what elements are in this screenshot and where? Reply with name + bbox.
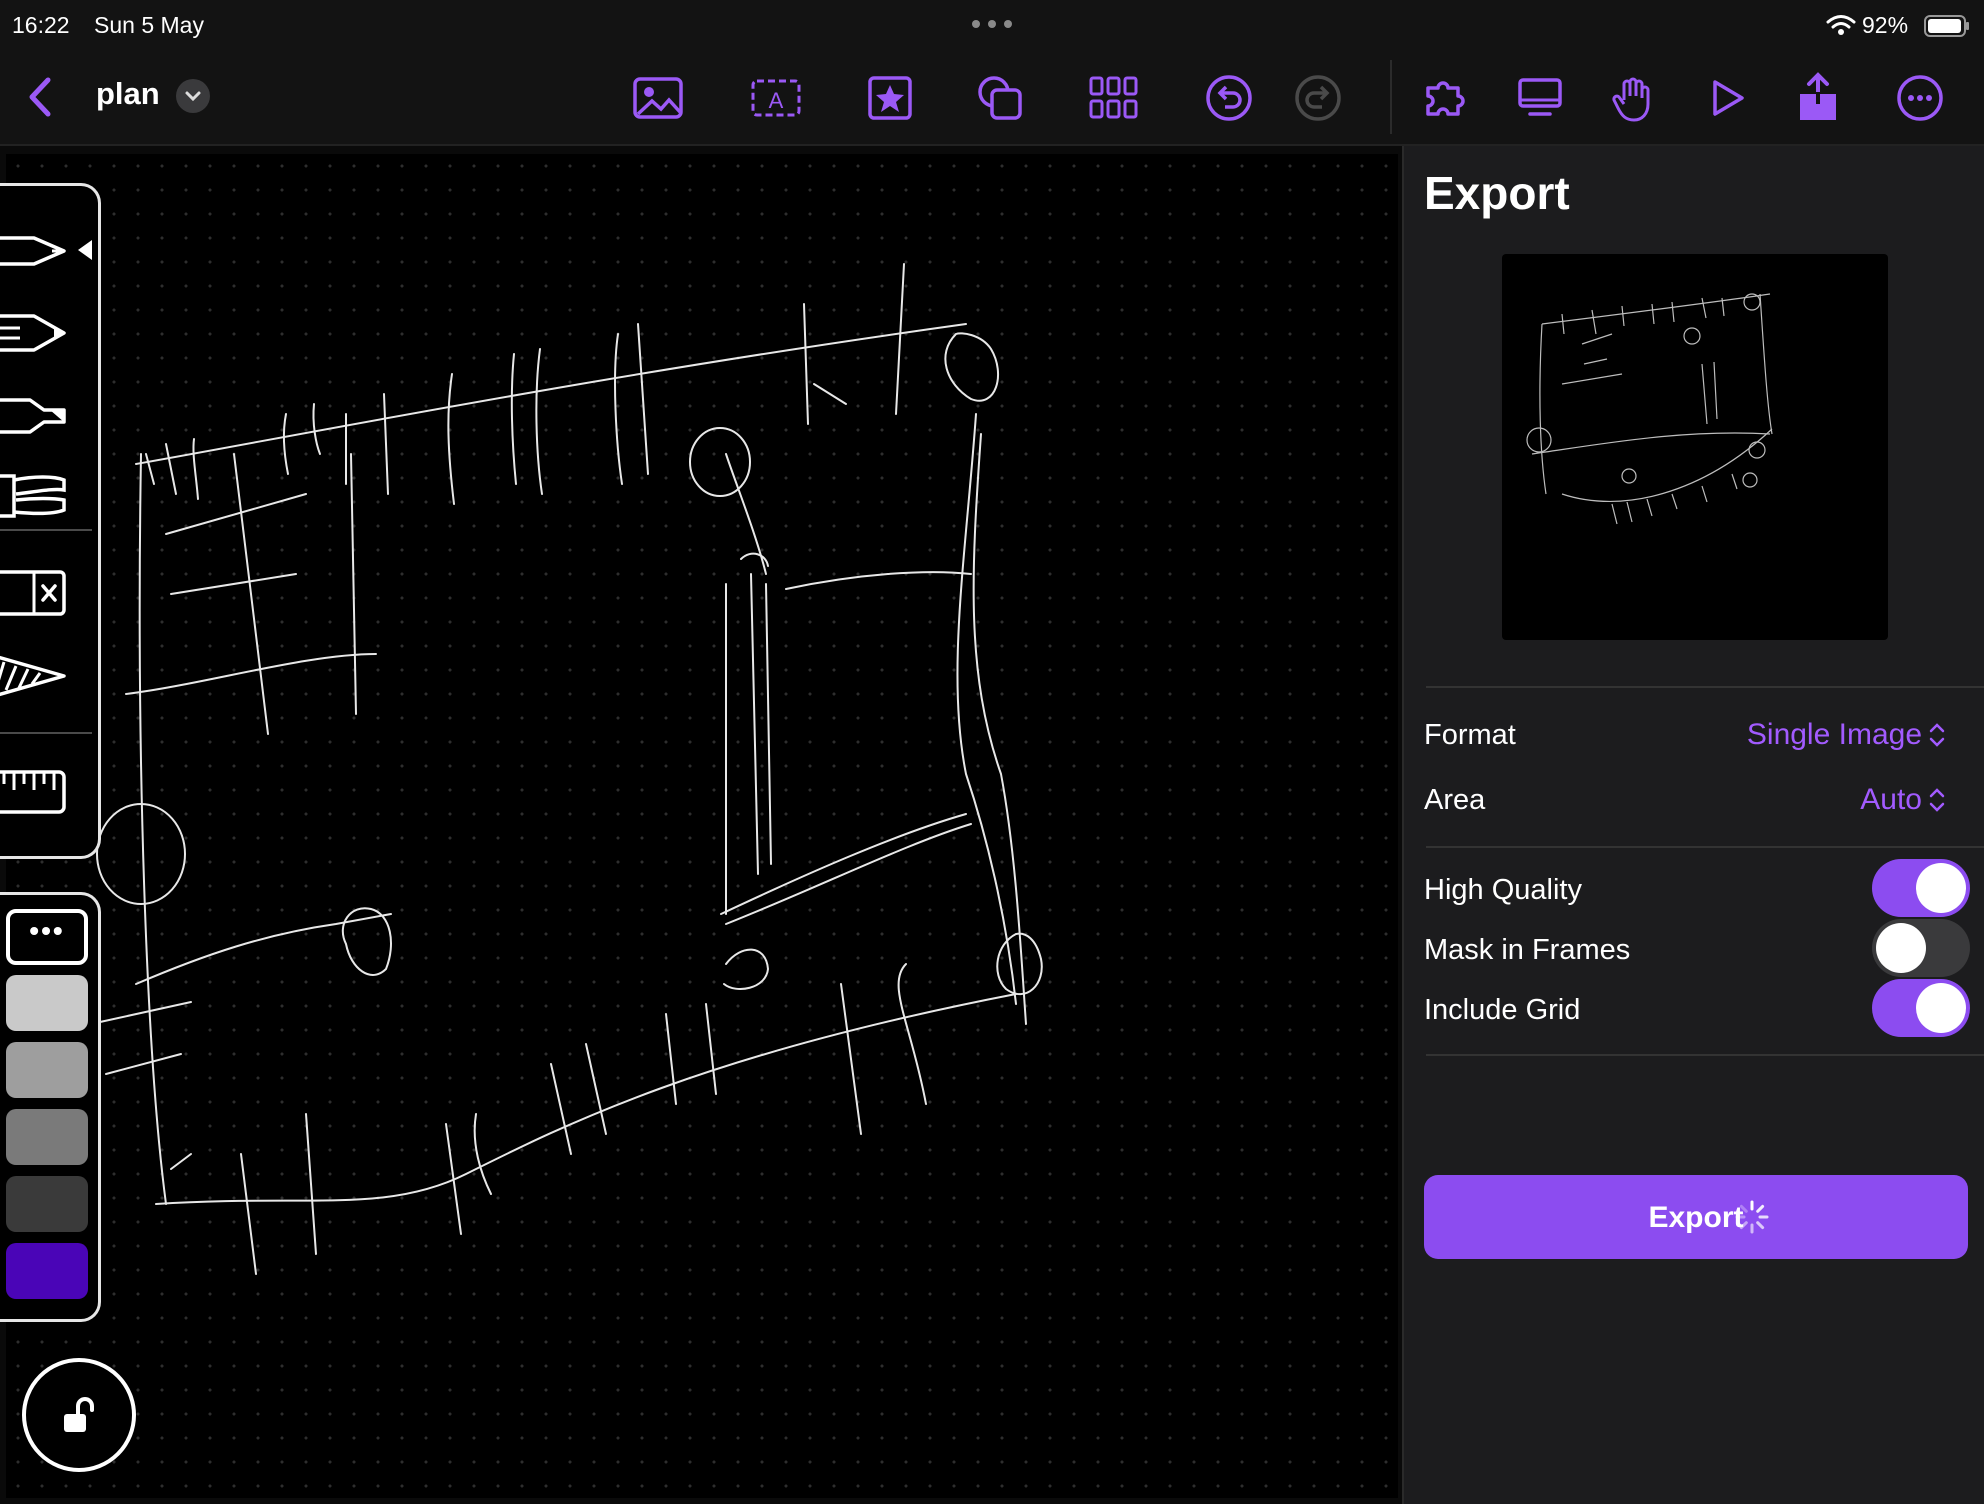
- grid-icon[interactable]: [1086, 70, 1142, 126]
- battery-percent: 92%: [1862, 12, 1909, 38]
- undo-icon[interactable]: [1201, 70, 1257, 126]
- image-icon[interactable]: [630, 70, 686, 126]
- export-button[interactable]: Export: [1424, 1175, 1968, 1259]
- export-panel: Export Format Single Image Area Auto Hig…: [1402, 146, 1984, 1504]
- back-chevron-icon[interactable]: [22, 72, 56, 122]
- format-select[interactable]: Single Image: [1747, 718, 1922, 752]
- top-toolbar: plan A: [0, 52, 1984, 146]
- color-swatch[interactable]: [6, 975, 88, 1031]
- lasso-fill-tool-icon[interactable]: [0, 642, 76, 708]
- tool-palette: [0, 183, 101, 859]
- marker-tool-icon[interactable]: [0, 382, 76, 448]
- battery-icon: [1924, 15, 1969, 37]
- more-colors-label: •••: [29, 915, 65, 946]
- mask-in-frames-label: Mask in Frames: [1424, 934, 1631, 966]
- text-box-icon[interactable]: A: [748, 70, 804, 126]
- high-quality-label: High Quality: [1424, 874, 1582, 906]
- selected-tool-indicator: [78, 240, 92, 260]
- wifi-icon: [1826, 15, 1856, 35]
- more-circle-icon[interactable]: [1892, 70, 1948, 126]
- hand-gesture-icon[interactable]: [1604, 70, 1660, 126]
- lock-toggle-button[interactable]: [22, 1358, 136, 1472]
- eraser-tool-icon[interactable]: [0, 560, 76, 626]
- include-grid-toggle[interactable]: [1872, 979, 1970, 1037]
- color-swatch[interactable]: [6, 1042, 88, 1098]
- brush-tool-icon[interactable]: [0, 462, 76, 528]
- toolbar-separator: [1390, 60, 1392, 134]
- document-title[interactable]: plan: [96, 76, 160, 112]
- chevron-up-down-icon[interactable]: [1928, 720, 1946, 750]
- more-dots-icon[interactable]: [970, 16, 1014, 30]
- drawing-canvas[interactable]: [6, 154, 1398, 1498]
- more-colors-button[interactable]: •••: [6, 909, 88, 965]
- share-icon[interactable]: [1790, 70, 1846, 126]
- pencil-tool-icon[interactable]: [0, 300, 76, 366]
- divider: [1426, 846, 1984, 848]
- divider: [1426, 1054, 1984, 1056]
- color-swatch[interactable]: [6, 1243, 88, 1299]
- area-select[interactable]: Auto: [1860, 783, 1922, 817]
- redo-icon[interactable]: [1290, 70, 1346, 126]
- shapes-icon[interactable]: [972, 70, 1028, 126]
- mask-in-frames-toggle[interactable]: [1872, 919, 1970, 977]
- unlock-icon: [64, 1397, 94, 1432]
- status-time: 16:22: [12, 12, 70, 38]
- palette-separator: [0, 732, 92, 734]
- puzzle-plugin-icon[interactable]: [1418, 70, 1474, 126]
- sticker-star-icon[interactable]: [862, 70, 918, 126]
- format-label: Format: [1424, 719, 1516, 751]
- preview-thumbnail: [1526, 293, 1773, 525]
- color-swatch[interactable]: [6, 1109, 88, 1165]
- area-label: Area: [1424, 784, 1486, 816]
- chevron-up-down-icon[interactable]: [1928, 785, 1946, 815]
- pen-tool-icon[interactable]: [0, 218, 76, 284]
- panel-title: Export: [1424, 167, 1570, 219]
- export-button-label: Export: [1648, 1201, 1744, 1234]
- title-chevron-down-icon[interactable]: [176, 79, 210, 113]
- include-grid-label: Include Grid: [1424, 994, 1581, 1026]
- divider: [1426, 686, 1984, 688]
- high-quality-toggle[interactable]: [1872, 859, 1970, 917]
- sketch-drawing: [90, 263, 1043, 1275]
- presentation-screen-icon[interactable]: [1512, 70, 1568, 126]
- status-bar: 16:22 Sun 5 May 92%: [0, 0, 1984, 52]
- color-palette: •••: [0, 892, 101, 1322]
- palette-separator: [0, 529, 92, 531]
- ruler-tool-icon[interactable]: [0, 760, 76, 826]
- color-swatch[interactable]: [6, 1176, 88, 1232]
- export-preview: [1502, 254, 1888, 640]
- status-date: Sun 5 May: [94, 12, 204, 38]
- svg-text:A: A: [769, 88, 784, 113]
- loading-spinner-icon: [1735, 1200, 1769, 1234]
- play-icon[interactable]: [1698, 70, 1754, 126]
